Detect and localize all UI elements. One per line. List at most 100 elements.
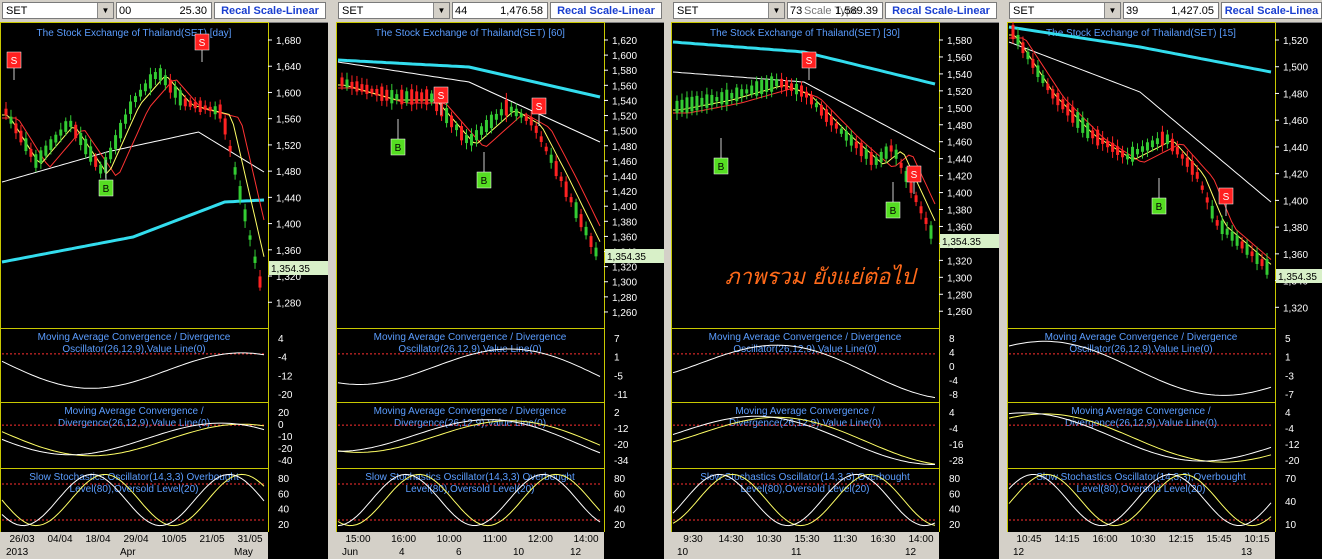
y-tick-label: -20 — [1285, 456, 1300, 467]
chart-panel-day[interactable]: SET ▼ 00 25.30 Recal Scale-Linear The Stoc… — [0, 0, 328, 559]
chart-panel-30[interactable]: SET ▼ 73 Scale Type 1,589.39 Recal Scale-Li… — [671, 0, 999, 559]
panel-toolbar: SET ▼ 00 25.30 Recal Scale-Linear — [0, 0, 328, 23]
chart-canvas[interactable]: The Stock Exchange of Thailand(SET) [60]… — [336, 22, 664, 559]
sell-signal-label: S — [911, 170, 918, 181]
chart-canvas[interactable]: The Stock Exchange of Thailand(SET) [30]… — [671, 22, 999, 559]
y-tick-label: 1,360 — [947, 222, 972, 233]
y-tick-label: 1,440 — [276, 193, 301, 204]
candle — [69, 120, 73, 127]
candle — [1026, 51, 1030, 60]
candle — [133, 96, 137, 103]
recal-scale-button[interactable]: Recal Scale-Linear — [550, 2, 662, 19]
y-tick-label: 1,520 — [612, 112, 637, 123]
sell-signal-label: S — [536, 102, 543, 113]
candle — [340, 77, 344, 87]
y-tick-label: 1,300 — [612, 278, 637, 289]
x-period-label: 11 — [791, 547, 802, 558]
candle — [534, 125, 538, 133]
candle — [1011, 24, 1015, 40]
candle — [1190, 160, 1194, 175]
candle — [1131, 146, 1135, 162]
candle — [584, 226, 588, 236]
candle — [1071, 106, 1075, 123]
chart-panel-15[interactable]: SET ▼ 39 1,427.05 Recal Scale-Linea The St… — [1007, 0, 1322, 559]
candle — [153, 72, 157, 80]
chart-canvas[interactable]: The Stock Exchange of Thailand(SET) [15]… — [1007, 22, 1322, 559]
candle — [24, 138, 28, 152]
candle — [914, 195, 918, 203]
x-tick-label: 14:30 — [718, 534, 743, 545]
candle — [233, 167, 237, 175]
pane-title: Moving Average Convergence / Divergence — [38, 332, 231, 343]
symbol-select[interactable]: SET ▼ — [2, 2, 114, 19]
x-tick-label: 15:45 — [1206, 534, 1231, 545]
candle — [360, 84, 364, 92]
recal-scale-button[interactable]: Recal Scale-Linear — [214, 2, 326, 19]
symbol-select[interactable]: SET ▼ — [338, 2, 450, 19]
candle — [355, 81, 359, 92]
recal-scale-button[interactable]: Recal Scale-Linear — [885, 2, 997, 19]
annotation-text: ภาพรวม ยังแย่ต่อไป — [725, 264, 918, 290]
symbol-value: SET — [1013, 5, 1035, 17]
candle — [1215, 220, 1219, 226]
x-tick-label: 10:00 — [437, 534, 462, 545]
last-price-label: 1,354.35 — [942, 237, 981, 248]
chevron-down-icon[interactable]: ▼ — [433, 3, 449, 18]
last-price-label: 1,354.35 — [607, 252, 646, 263]
y-tick-label: 2 — [614, 408, 620, 419]
y-tick-label: 4 — [949, 408, 955, 419]
x-tick-label: 26/03 — [9, 534, 34, 545]
candle — [745, 89, 749, 94]
candle — [79, 132, 83, 146]
candle — [474, 130, 478, 141]
candle — [809, 95, 813, 105]
candle — [1255, 252, 1259, 264]
candle — [109, 147, 113, 160]
pane-title: Moving Average Convergence / — [64, 406, 204, 417]
y-tick-label: 10 — [1285, 520, 1297, 531]
candle — [1046, 83, 1050, 91]
candle — [460, 126, 464, 141]
candle — [208, 106, 212, 111]
ma-mid-line — [338, 87, 601, 227]
y-tick-label: 1,380 — [612, 217, 637, 228]
candle — [559, 176, 563, 182]
candle — [1126, 154, 1130, 160]
x-tick-label: 15:30 — [794, 534, 819, 545]
y-tick-label: 1,320 — [1283, 303, 1308, 314]
candle — [469, 133, 473, 146]
recal-scale-button[interactable]: Recal Scale-Linea — [1221, 2, 1322, 19]
chevron-down-icon[interactable]: ▼ — [97, 3, 113, 18]
pane-title: Oscillator(26,12,9),Value Line(0) — [62, 344, 205, 355]
candle — [869, 152, 873, 165]
x-period-label: 10 — [677, 547, 689, 558]
symbol-select[interactable]: SET ▼ — [673, 2, 785, 19]
y-tick-label: 40 — [278, 505, 290, 516]
chart-panel-60[interactable]: SET ▼ 44 1,476.58 Recal Scale-Linear The S… — [336, 0, 664, 559]
chevron-down-icon[interactable]: ▼ — [1104, 3, 1120, 18]
price-prefix: 44 — [455, 5, 468, 17]
x-period-label: May — [234, 547, 253, 558]
pane-title: Moving Average Convergence / Divergence — [709, 332, 902, 343]
candle — [143, 83, 147, 92]
y-tick-label: 1,640 — [276, 62, 301, 73]
candle — [695, 95, 699, 111]
chevron-down-icon[interactable]: ▼ — [768, 3, 784, 18]
y-tick-label: 1,380 — [947, 206, 972, 217]
candle — [824, 109, 828, 122]
candle — [188, 100, 192, 107]
x-tick-label: 10:45 — [1016, 534, 1041, 545]
y-tick-label: 60 — [614, 489, 626, 500]
candle — [1165, 134, 1169, 145]
macd1-line — [1, 352, 265, 389]
y-tick-label: 4 — [278, 334, 284, 345]
y-tick-label: 1,480 — [276, 167, 301, 178]
chart-canvas[interactable]: The Stock Exchange of Thailand(SET) [day… — [0, 22, 328, 559]
candle — [539, 136, 543, 142]
candle — [168, 79, 172, 93]
x-tick-label: 10:30 — [1130, 534, 1155, 545]
candle — [39, 150, 43, 164]
symbol-select[interactable]: SET ▼ — [1009, 2, 1121, 19]
candle — [129, 101, 133, 114]
pane-title: Slow Stochastics Oscillator(14,3,3),Over… — [1036, 472, 1246, 483]
